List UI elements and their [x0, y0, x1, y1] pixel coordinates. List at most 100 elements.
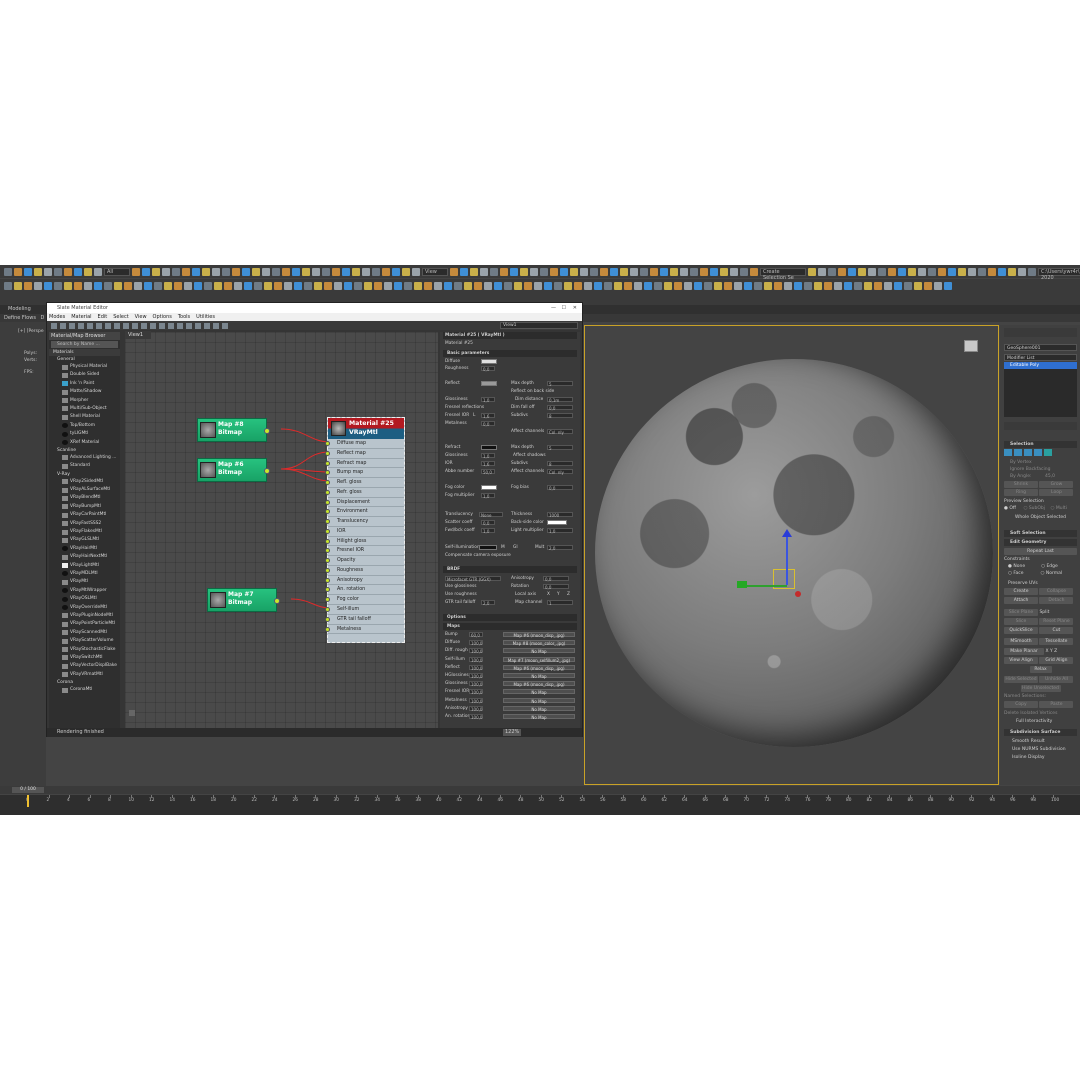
toolbar-icon[interactable] [494, 281, 502, 290]
toolbar-icon[interactable] [204, 281, 212, 290]
self-illumination-swatch[interactable] [479, 545, 497, 550]
browser-item[interactable]: VRayMtl [49, 578, 120, 586]
command-panel-tabs[interactable] [1004, 328, 1077, 337]
toolbar-icon[interactable] [884, 281, 892, 290]
toolbar-icon[interactable] [4, 267, 12, 276]
toolbar-icon[interactable] [564, 281, 572, 290]
browser-search-input[interactable]: Search by Name ... [51, 341, 118, 348]
map-row-amount[interactable]: 100,0 [469, 648, 483, 654]
browser-item[interactable]: VRayGLSLMtl [49, 536, 120, 544]
material-slot[interactable]: Self-illum [325, 605, 404, 615]
toolbar-icon[interactable] [374, 281, 382, 290]
browser-item[interactable]: VRayLightMtl [49, 562, 120, 570]
paste-button[interactable]: Paste [1039, 701, 1074, 708]
input-socket-icon[interactable] [325, 558, 330, 564]
browser-item[interactable]: VRayVectorDisplBake [49, 662, 120, 670]
input-socket-icon[interactable] [325, 460, 330, 466]
toolbar-icon[interactable] [94, 281, 102, 290]
browser-item[interactable]: VRayMtlWrapper [49, 587, 120, 595]
slate-tool-icon[interactable] [96, 322, 102, 329]
toolbar-icon[interactable] [64, 281, 72, 290]
toolbar-icon[interactable] [464, 281, 472, 290]
toolbar-icon[interactable] [252, 267, 260, 276]
gizmo-x-axis[interactable] [745, 585, 787, 587]
toolbar-icon[interactable] [838, 267, 846, 276]
toolbar-icon[interactable] [948, 267, 956, 276]
toolbar-icon[interactable] [454, 281, 462, 290]
fresnel-ior-value[interactable]: 1,6 [481, 413, 495, 419]
toolbar-icon[interactable] [574, 281, 582, 290]
repeat-last-button[interactable]: Repeat Last [1004, 548, 1077, 555]
toolbar-icon[interactable] [214, 281, 222, 290]
refract-swatch[interactable] [481, 445, 497, 450]
create-selection-set-dropdown[interactable]: Create Selection Se [760, 267, 806, 281]
toolbar-icon[interactable] [384, 281, 392, 290]
toolbar-icon[interactable] [202, 267, 210, 276]
toolbar-icon[interactable] [784, 281, 792, 290]
anisotropy-value[interactable]: 0,0 [543, 576, 569, 582]
toolbar-icon[interactable] [848, 267, 856, 276]
toolbar-icon[interactable] [514, 281, 522, 290]
map-row-amount[interactable]: 60,0 [469, 632, 483, 638]
browser-item[interactable]: tyLIGMtl [49, 430, 120, 438]
input-socket-icon[interactable] [325, 597, 330, 603]
toolbar-icon[interactable] [304, 281, 312, 290]
toolbar-icon[interactable] [774, 281, 782, 290]
axis-x-button[interactable]: X [547, 591, 550, 598]
input-socket-icon[interactable] [325, 607, 330, 613]
browser-item[interactable]: VRayPointParticleMtl [49, 620, 120, 628]
map-slot-button[interactable]: No Map [503, 705, 575, 712]
use-nurms-checkbox[interactable]: Use NURMS Subdivision [1004, 746, 1077, 753]
toolbar-icon[interactable] [222, 267, 230, 276]
toolbar-icon[interactable] [864, 281, 872, 290]
subdivs-value[interactable]: 8 [547, 413, 573, 419]
zoom-value[interactable]: 122% [503, 729, 522, 736]
toolbar-icon[interactable] [424, 281, 432, 290]
toolbar-icon[interactable] [584, 281, 592, 290]
toolbar-icon[interactable] [460, 267, 468, 276]
map-row-amount[interactable]: 100,0 [469, 705, 483, 712]
toolbar-icon[interactable] [634, 281, 642, 290]
reflect-backside-checkbox[interactable]: Reflect on back side [511, 388, 554, 395]
maximize-icon[interactable]: ☐ [562, 303, 566, 313]
map-slot-button[interactable]: Map #6 (moon_disp_.jpg) [503, 632, 575, 638]
toolbar-icon[interactable] [404, 281, 412, 290]
toolbar-icon[interactable] [808, 267, 816, 276]
output-socket-icon[interactable] [264, 428, 270, 434]
browser-item[interactable]: VRayPluginNodeMtl [49, 612, 120, 620]
browser-item[interactable]: Multi/Sub-Object [49, 405, 120, 413]
toolbar-icon[interactable] [794, 281, 802, 290]
toolbar-icon[interactable] [928, 267, 936, 276]
gtr-tail-falloff-value[interactable]: 2,0 [481, 600, 495, 606]
input-socket-icon[interactable] [325, 528, 330, 534]
subdivision-surface-rollout[interactable]: Subdivision Surface [1004, 729, 1077, 736]
map-slot-button[interactable]: No Map [503, 714, 575, 720]
toolbar-icon[interactable] [172, 267, 180, 276]
preview-subobj-radio[interactable]: SubObj [1029, 506, 1045, 511]
toolbar-icon[interactable] [162, 267, 170, 276]
map-node-7[interactable]: Map #7 Bitmap [207, 588, 280, 612]
menu-item[interactable]: Tools [178, 313, 190, 321]
browser-item[interactable]: VRayBlendMtl [49, 494, 120, 502]
toolbar-icon[interactable] [858, 267, 866, 276]
toolbar-icon[interactable] [818, 267, 826, 276]
viewcube-icon[interactable] [964, 340, 978, 352]
toolbar-icon[interactable] [670, 267, 678, 276]
material-slot[interactable]: An. rotation [325, 585, 404, 596]
toolbar-icon[interactable] [234, 281, 242, 290]
detach-button[interactable]: Detach [1039, 597, 1074, 604]
material-slot[interactable]: Anisotropy [325, 576, 404, 586]
toolbar-icon[interactable] [324, 281, 332, 290]
browser-item[interactable]: VRayHairNextMtl [49, 553, 120, 561]
back-side-color-swatch[interactable] [547, 520, 567, 525]
browser-item[interactable]: VRayALSurfaceMtl [49, 486, 120, 494]
material-slot[interactable]: Metalness [325, 625, 404, 635]
toolbar-icon[interactable] [382, 267, 390, 276]
material-slot[interactable]: IOR [325, 527, 404, 537]
toolbar-icon[interactable] [684, 281, 692, 290]
dim-falloff-value[interactable]: 0,0 [547, 405, 573, 411]
toolbar-icon[interactable] [142, 267, 150, 276]
soft-selection-rollout[interactable]: Soft Selection [1004, 530, 1077, 537]
toolbar-icon[interactable] [14, 267, 22, 276]
map-node-8[interactable]: Map #8 Bitmap [197, 418, 270, 442]
